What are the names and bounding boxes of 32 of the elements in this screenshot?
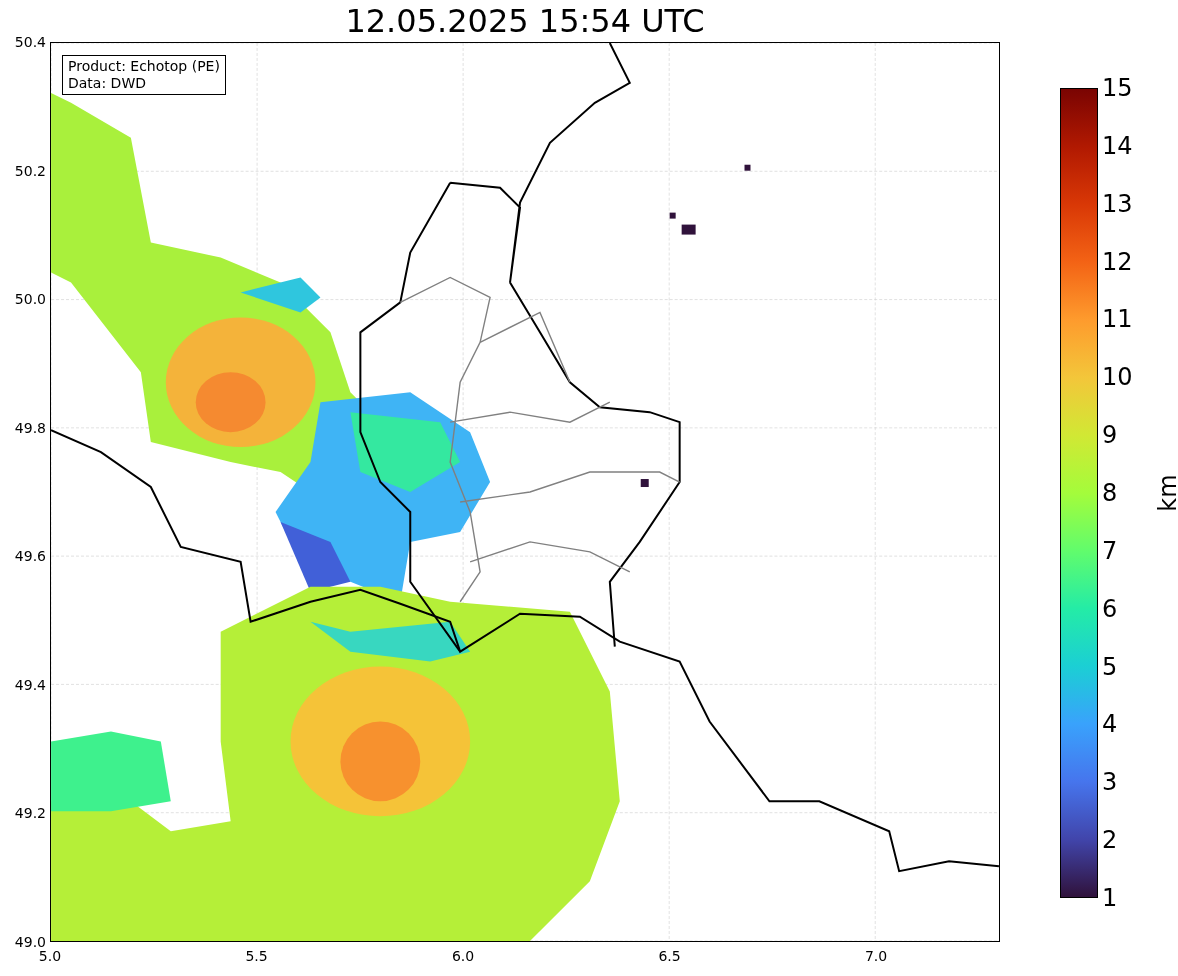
colorbar-tick-label: 15 [1102, 74, 1133, 102]
chart-title: 12.05.2025 15:54 UTC [345, 2, 705, 40]
colorbar-tick-label: 2 [1102, 826, 1118, 855]
colorbar-tick-label: 10 [1102, 363, 1133, 392]
colorbar-tick-label: 8 [1102, 479, 1118, 507]
colorbar-tick-label: 11 [1102, 305, 1133, 334]
colorbar-tick-label: 3 [1102, 768, 1118, 797]
latitude-tick-label: 49.6 [14, 548, 46, 565]
latitude-tick-label: 50.2 [14, 162, 46, 179]
latitude-tick-label: 49.0 [14, 934, 46, 950]
colorbar-tick-label: 14 [1102, 131, 1133, 160]
latitude-tick-label: 49.4 [14, 676, 46, 693]
longitude-tick-label: 5.0 [38, 948, 62, 964]
longitude-tick-label: 6.0 [451, 948, 475, 964]
colorbar-tick-label: 5 [1102, 652, 1118, 681]
longitude-tick-label: 7.0 [864, 948, 888, 964]
longitude-tick-label: 6.5 [658, 948, 681, 964]
annotation-text: Data: DWD [68, 75, 147, 92]
annotation-text: Product: Echotop (PE) [68, 58, 220, 75]
latitude-tick-label: 50.4 [14, 34, 46, 50]
colorbar-tick-label: 9 [1102, 421, 1118, 450]
latitude-tick-label: 50.0 [14, 291, 46, 308]
colorbar-unit-label: km [1154, 474, 1178, 512]
colorbar-tick-label: 4 [1102, 710, 1118, 739]
latitude-tick-label: 49.2 [14, 805, 46, 822]
latitude-tick-label: 49.8 [14, 419, 46, 436]
colorbar-tick-label: 13 [1102, 189, 1133, 218]
longitude-tick-label: 5.5 [245, 948, 268, 964]
colorbar-tick-label: 1 [1102, 884, 1118, 912]
colorbar-tick-label: 6 [1102, 594, 1118, 623]
colorbar-tick-label: 7 [1102, 536, 1118, 565]
colorbar-tick-label: 12 [1102, 247, 1133, 276]
